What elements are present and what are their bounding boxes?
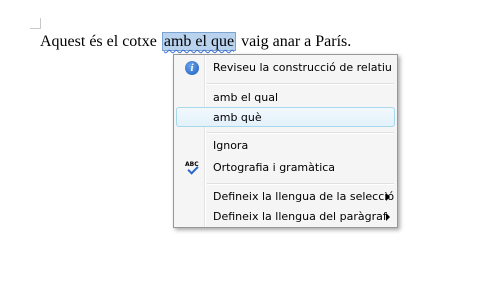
menu-separator	[207, 132, 394, 134]
context-menu: i Reviseu la construcció de relatiu amb …	[173, 54, 398, 228]
menu-item-label: Ignora	[213, 139, 249, 152]
menu-item-set-selection-language[interactable]: Defineix la llengua de la selecció	[176, 186, 395, 206]
menu-separator	[207, 183, 394, 185]
selected-text[interactable]: amb el que	[161, 32, 237, 51]
menu-item-label: Defineix la llengua del paràgraf	[213, 210, 387, 223]
spelling-grammar-icon: ABC	[185, 161, 199, 175]
menu-item-spelling-grammar[interactable]: ABC Ortografia i gramàtica	[176, 157, 395, 177]
menu-item-suggestion-amb-el-qual[interactable]: amb el qual	[176, 87, 395, 107]
menu-item-review-relative[interactable]: i Reviseu la construcció de relatiu	[176, 57, 395, 77]
text-before: Aquest és el cotxe	[40, 33, 161, 50]
menu-item-suggestion-amb-que[interactable]: amb què	[176, 107, 395, 127]
text-after: vaig anar a París.	[237, 33, 352, 50]
menu-item-label: Reviseu la construcció de relatiu	[213, 61, 392, 74]
document-page: Aquest és el cotxe amb el que vaig anar …	[0, 0, 500, 307]
menu-item-ignore[interactable]: Ignora	[176, 135, 395, 155]
info-icon: i	[185, 61, 199, 75]
submenu-arrow-icon	[386, 213, 390, 221]
menu-item-label: Defineix la llengua de la selecció	[213, 190, 395, 203]
document-paragraph[interactable]: Aquest és el cotxe amb el que vaig anar …	[40, 32, 351, 52]
menu-item-label: amb el qual	[213, 91, 279, 104]
menu-item-set-paragraph-language[interactable]: Defineix la llengua del paràgraf	[176, 206, 395, 226]
menu-separator	[207, 83, 394, 85]
submenu-arrow-icon	[386, 193, 390, 201]
menu-item-label: amb què	[213, 111, 262, 124]
margin-corner-mark	[30, 18, 41, 29]
menu-item-label: Ortografia i gramàtica	[213, 161, 336, 174]
